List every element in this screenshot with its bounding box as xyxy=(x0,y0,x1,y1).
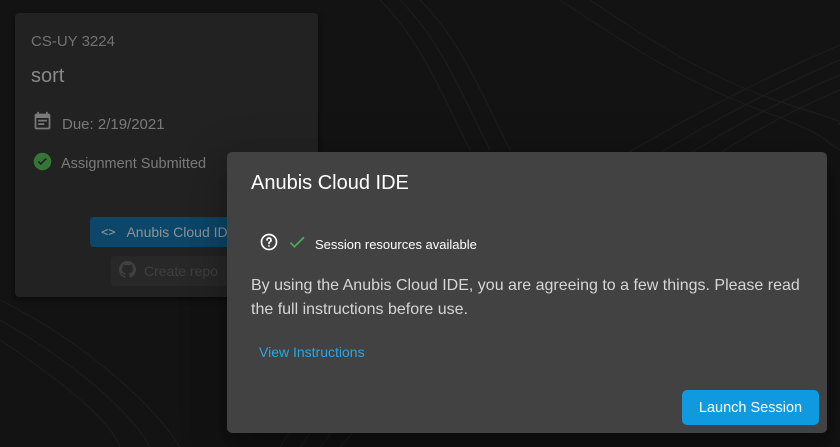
help-icon[interactable] xyxy=(259,232,279,257)
session-status-text: Session resources available xyxy=(315,237,477,252)
session-status-row: Session resources available xyxy=(259,232,477,257)
dialog-title: Anubis Cloud IDE xyxy=(251,172,409,194)
check-icon xyxy=(279,232,307,257)
launch-session-button[interactable]: Launch Session xyxy=(682,390,819,425)
ide-dialog: Anubis Cloud IDE Session resources avail… xyxy=(227,152,827,433)
dialog-body-text: By using the Anubis Cloud IDE, you are a… xyxy=(251,277,800,318)
view-instructions-link[interactable]: View Instructions xyxy=(259,344,365,360)
